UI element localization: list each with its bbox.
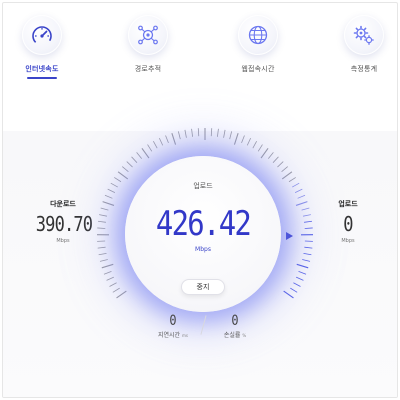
gauge-tick [302,259,311,262]
loss-label: 손실률 [223,332,241,339]
download-label: 다운로드 [50,200,76,208]
gauge-tick [257,144,263,152]
gauge-tick [99,214,108,217]
latency-label: 지연시간 [158,332,181,339]
gauge-tick [102,201,115,206]
gauge-tick [97,220,106,223]
gauge-tick [277,161,284,168]
gauge-tick [131,156,138,163]
gauge-tick [295,276,304,281]
gauge-tick [246,137,252,146]
gauge-tick [107,188,116,193]
gauge-tick [98,252,107,256]
gauge-tick [101,263,114,269]
current-speed-unit: Mbps [195,246,211,253]
gauge-tick [304,227,313,229]
gauge-tick [104,194,113,199]
gauge-tick [126,161,133,168]
gauge-tick [106,276,115,281]
gauge-tick [112,287,120,293]
current-speed-value: 426.42 [155,204,252,244]
download-value: 390.70 [35,212,93,236]
gauge-tick [165,135,169,144]
gauge-tick [114,177,122,183]
gauge-tick [109,282,117,287]
gauge-tick [110,182,118,188]
gauge-tick [103,270,112,275]
gauge-tick [229,131,233,140]
gauge-tick [252,140,258,149]
gauge-tick [191,128,193,137]
gauge-tick [295,201,308,206]
stop-button[interactable]: 중지 [181,279,225,295]
latency-unit: ms [182,333,188,338]
gauge-tick [97,246,106,249]
gauge-tick [116,290,127,299]
gauge-tick [241,135,245,144]
upload-unit: Mbps [341,238,355,244]
gauge-tick [302,214,311,217]
gauge-tick [233,133,239,145]
dial-title: 업로드 [193,182,213,190]
gauge-tick [304,220,313,223]
gauge-tick [147,144,153,152]
gauge-tick [152,140,158,149]
app-window: 인터넷속도 경로추적 웹접속시간 측정통계 다운로드 390.70 Mbps 업… [2,2,398,398]
gauge-tick [283,290,294,299]
gauge-tick [304,246,313,249]
gauge-tick [296,263,309,269]
gauge-tick [223,129,226,138]
latency-value: 0 [169,313,177,329]
gauge-tick [217,128,219,137]
gauge-tick [122,166,129,173]
loss-caption: 손실률 % [205,330,265,339]
gauge-tick [136,152,142,159]
gauge-tick [268,152,274,159]
latency-caption: 지연시간 ms [143,330,203,339]
upload-summary: 업로드 0 Mbps [323,199,373,244]
gauge-tick [177,131,181,140]
gauge-tick [97,227,106,229]
gauge-tick [260,147,269,159]
gauge-tick [117,171,129,180]
loss-stat: 0 손실률 % [205,313,265,339]
gauge-tick [303,252,312,256]
latency-stat: 0 지연시간 ms [143,313,203,339]
upload-value: 0 [343,212,353,236]
gauge-pointer [286,232,293,240]
gauge-tick [158,137,164,146]
gauge-tick [292,182,300,188]
gauge-tick [100,207,109,211]
gauge-tick [272,156,279,163]
gauge-tick [171,133,177,145]
gauge-tick [298,270,307,275]
gauge-tick [141,147,150,159]
gauge-tick [293,282,301,287]
download-unit: Mbps [56,238,70,244]
gauge-tick [301,207,310,211]
gauge-tick [297,194,306,199]
gauge-tick [290,287,298,293]
upload-label: 업로드 [338,200,358,208]
gauge-tick [294,188,303,193]
gauge-tick [99,259,108,262]
gauge-tick [184,129,187,138]
gauge-tick [281,171,293,180]
gauge-tick [281,166,288,173]
download-summary: 다운로드 390.70 Mbps [31,199,95,244]
gauge-tick [288,177,296,183]
loss-value: 0 [231,313,239,329]
loss-unit: % [242,333,247,338]
